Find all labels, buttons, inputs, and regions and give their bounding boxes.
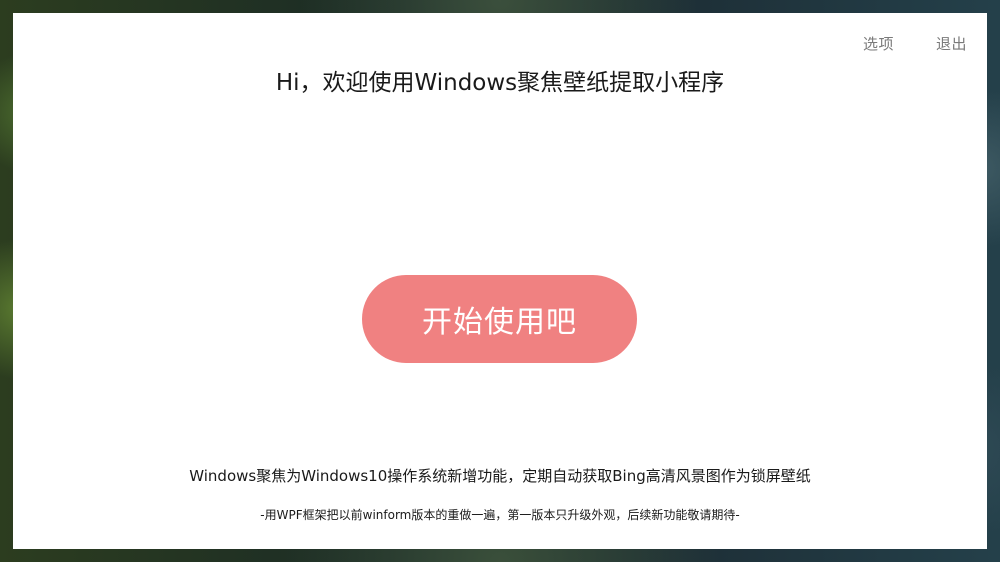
top-actions: 选项 退出 [863,33,967,54]
exit-link[interactable]: 退出 [936,33,967,54]
start-button[interactable]: 开始使用吧 [362,275,637,363]
options-link[interactable]: 选项 [863,33,894,54]
description-text: Windows聚焦为Windows10操作系统新增功能，定期自动获取Bing高清… [189,467,811,485]
app-window: 选项 退出 Hi，欢迎使用Windows聚焦壁纸提取小程序 开始使用吧 Wind… [13,13,987,549]
page-title: Hi，欢迎使用Windows聚焦壁纸提取小程序 [275,70,725,96]
version-note: -用WPF框架把以前winform版本的重做一遍，第一版本只升级外观，后续新功能… [260,508,740,522]
